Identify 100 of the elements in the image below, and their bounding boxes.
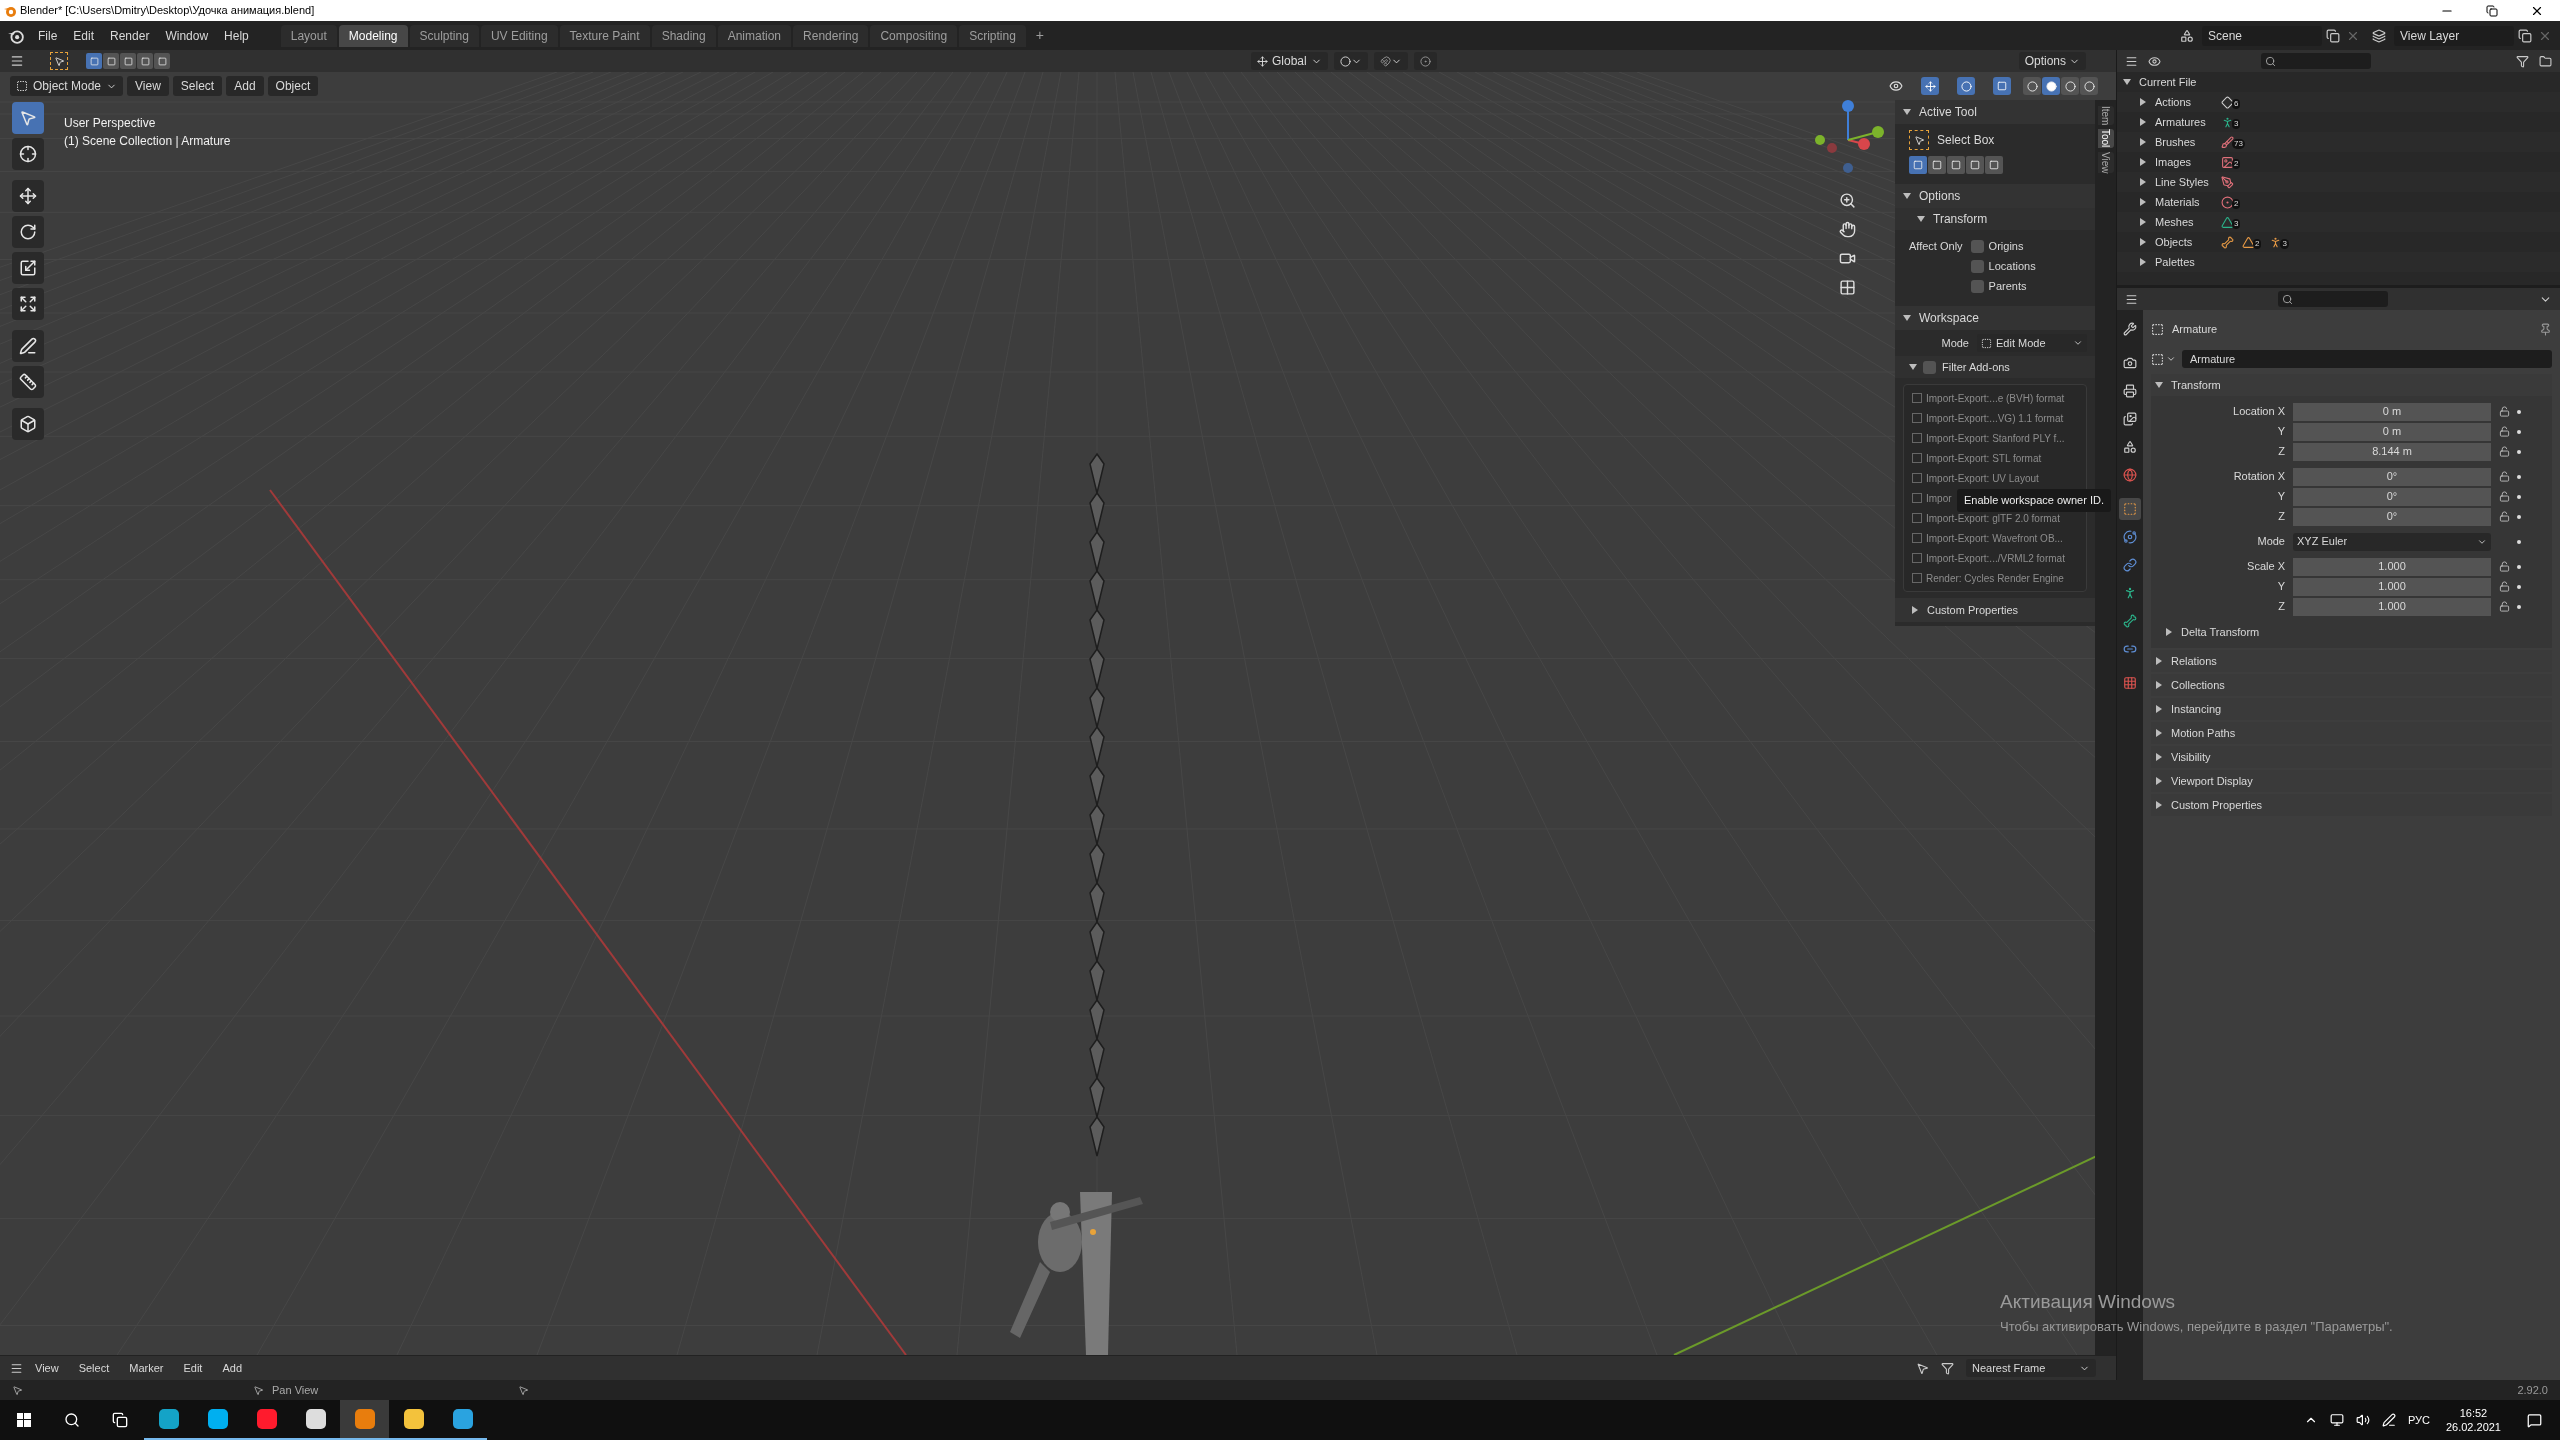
collapsed-triangle-icon[interactable] xyxy=(2155,729,2163,737)
rotation-mode-dropdown[interactable]: XYZ Euler xyxy=(2293,532,2491,551)
triangle-icon[interactable] xyxy=(2242,235,2255,249)
scene-field[interactable]: Scene xyxy=(2202,25,2322,46)
view-layer-icon[interactable] xyxy=(2372,28,2386,43)
collapsed-triangle-icon[interactable] xyxy=(1911,606,1919,614)
checkbox[interactable] xyxy=(1912,413,1922,423)
checkbox[interactable] xyxy=(1912,493,1922,503)
outliner-item[interactable]: Images xyxy=(2155,153,2213,171)
overlay-toggle[interactable] xyxy=(1957,77,1975,95)
menu-item[interactable]: File xyxy=(30,26,66,45)
collapsed-triangle-icon[interactable] xyxy=(2155,657,2163,665)
number-field[interactable]: 1.000 xyxy=(2293,557,2491,576)
collapsed-triangle-icon[interactable] xyxy=(2139,98,2147,106)
checkbox[interactable] xyxy=(1923,360,1936,374)
menu-item[interactable]: Help xyxy=(216,26,257,45)
mode-dropdown[interactable]: Object Mode xyxy=(10,76,124,96)
mode-dropdown[interactable]: Edit Mode xyxy=(1977,334,2087,352)
checkbox[interactable] xyxy=(1912,513,1922,523)
restore-icon[interactable] xyxy=(2486,4,2498,17)
menu-item[interactable]: Object xyxy=(267,76,319,96)
pen-icon[interactable] xyxy=(2381,1413,2396,1427)
tool-button[interactable] xyxy=(12,408,44,440)
checkbox[interactable] xyxy=(1912,553,1922,563)
collapsed-triangle-icon[interactable] xyxy=(2155,681,2163,689)
workspace-tab[interactable]: Modeling xyxy=(338,24,408,47)
outliner-item[interactable]: Line Styles xyxy=(2155,173,2213,191)
display-mode-icon[interactable] xyxy=(2125,54,2138,68)
selection-mode-button[interactable] xyxy=(154,53,170,69)
outliner-item[interactable]: Materials xyxy=(2155,193,2213,211)
selection-mode-button[interactable] xyxy=(86,53,102,69)
collapsed-triangle-icon[interactable] xyxy=(2139,178,2147,186)
selection-mode-button[interactable] xyxy=(1928,156,1946,174)
collapsed-triangle-icon[interactable] xyxy=(2139,238,2147,246)
filter-icon[interactable] xyxy=(1941,1361,1954,1375)
expanded-triangle-icon[interactable] xyxy=(1917,215,1925,223)
lock-icon[interactable] xyxy=(2498,446,2510,457)
lock-icon[interactable] xyxy=(2498,511,2510,522)
menu-item[interactable]: Marker xyxy=(121,1359,172,1377)
editor-type-icon[interactable] xyxy=(2125,292,2138,306)
collapsed-triangle-icon[interactable] xyxy=(2165,628,2173,636)
menu-item[interactable]: Render xyxy=(102,26,158,45)
scene-icon[interactable] xyxy=(2180,28,2194,43)
orientation-dropdown[interactable]: Global xyxy=(1250,52,1328,70)
grid-icon[interactable] xyxy=(1839,279,1856,296)
outliner-item[interactable]: Palettes xyxy=(2155,253,2213,271)
shading-mode-button[interactable] xyxy=(2080,77,2098,95)
snap-dropdown[interactable]: Nearest Frame xyxy=(1966,1359,2096,1377)
search-field[interactable] xyxy=(2278,291,2388,307)
collapsed-triangle-icon[interactable] xyxy=(2155,753,2163,761)
outliner-item[interactable]: Armatures xyxy=(2155,113,2213,131)
lock-icon[interactable] xyxy=(2498,601,2510,612)
editor-type-icon[interactable] xyxy=(10,1361,23,1375)
checkbox[interactable] xyxy=(1970,239,1984,253)
collapsed-triangle-icon[interactable] xyxy=(2139,118,2147,126)
collapsed-triangle-icon[interactable] xyxy=(2139,158,2147,166)
menu-item[interactable]: Select xyxy=(70,1359,118,1377)
shading-mode-button[interactable] xyxy=(2061,77,2079,95)
new-scene-icon[interactable] xyxy=(2326,28,2340,43)
workspace-tab[interactable]: Shading xyxy=(651,24,716,47)
selection-mode-button[interactable] xyxy=(1966,156,1984,174)
menu-item[interactable]: Select xyxy=(172,76,223,96)
language-indicator[interactable]: РУС xyxy=(2407,1411,2430,1429)
number-field[interactable]: 0 m xyxy=(2293,402,2491,421)
pin-icon[interactable] xyxy=(2539,322,2552,336)
notifications-icon[interactable] xyxy=(2527,1412,2542,1428)
tool-button[interactable] xyxy=(12,216,44,248)
checkbox[interactable] xyxy=(1970,279,1984,293)
gizmo-toggle[interactable] xyxy=(1921,77,1939,95)
workspace-tab[interactable]: Rendering xyxy=(793,24,869,47)
menu-item[interactable]: View xyxy=(27,1359,67,1377)
search-field[interactable] xyxy=(2261,53,2371,69)
selection-mode-button[interactable] xyxy=(120,53,136,69)
menu-item[interactable]: Add xyxy=(214,1359,250,1377)
visibility-icon[interactable] xyxy=(1889,79,1903,93)
diamond-icon[interactable] xyxy=(2221,95,2234,109)
number-field[interactable]: 0° xyxy=(2293,507,2491,526)
network-icon[interactable] xyxy=(2329,1413,2344,1427)
caret-icon[interactable] xyxy=(2166,354,2176,364)
workspace-tab[interactable]: Scripting xyxy=(959,24,1026,47)
number-field[interactable]: 0° xyxy=(2293,487,2491,506)
xray-toggle[interactable] xyxy=(1993,77,2011,95)
checkbox[interactable] xyxy=(1912,433,1922,443)
number-field[interactable]: 1.000 xyxy=(2293,577,2491,596)
workspace-tab[interactable]: Compositing xyxy=(870,24,958,47)
tool-button[interactable] xyxy=(12,366,44,398)
lock-icon[interactable] xyxy=(2498,561,2510,572)
volume-icon[interactable] xyxy=(2355,1413,2370,1427)
outliner-item[interactable]: Actions xyxy=(2155,93,2213,111)
brush-icon[interactable] xyxy=(2221,135,2234,149)
selection-mode-button[interactable] xyxy=(137,53,153,69)
view-layer-field[interactable]: View Layer xyxy=(2394,25,2514,46)
expanded-triangle-icon[interactable] xyxy=(1909,363,1917,371)
shading-mode-button[interactable] xyxy=(2042,77,2060,95)
lock-icon[interactable] xyxy=(2498,471,2510,482)
add-workspace-button[interactable]: + xyxy=(1027,25,1052,46)
number-field[interactable]: 0 m xyxy=(2293,422,2491,441)
triangle-icon[interactable] xyxy=(2221,215,2234,229)
checkbox[interactable] xyxy=(1912,393,1922,403)
lock-icon[interactable] xyxy=(2498,406,2510,417)
